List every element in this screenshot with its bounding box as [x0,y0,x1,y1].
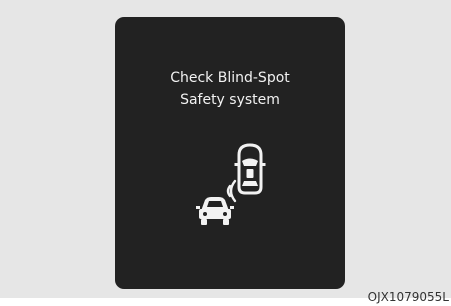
figure-background: Check Blind-Spot Safety system [0,0,451,298]
warning-message-line-1: Check Blind-Spot [170,70,290,86]
sensor-waves-icon [226,179,237,203]
warning-message-line-2: Safety system [180,92,280,108]
figure-code: OJX1079055L [367,290,449,304]
cluster-display: Check Blind-Spot Safety system [115,17,345,289]
front-car-icon [196,197,234,225]
blind-spot-cars-icon [195,133,271,229]
side-car-icon [234,143,266,195]
